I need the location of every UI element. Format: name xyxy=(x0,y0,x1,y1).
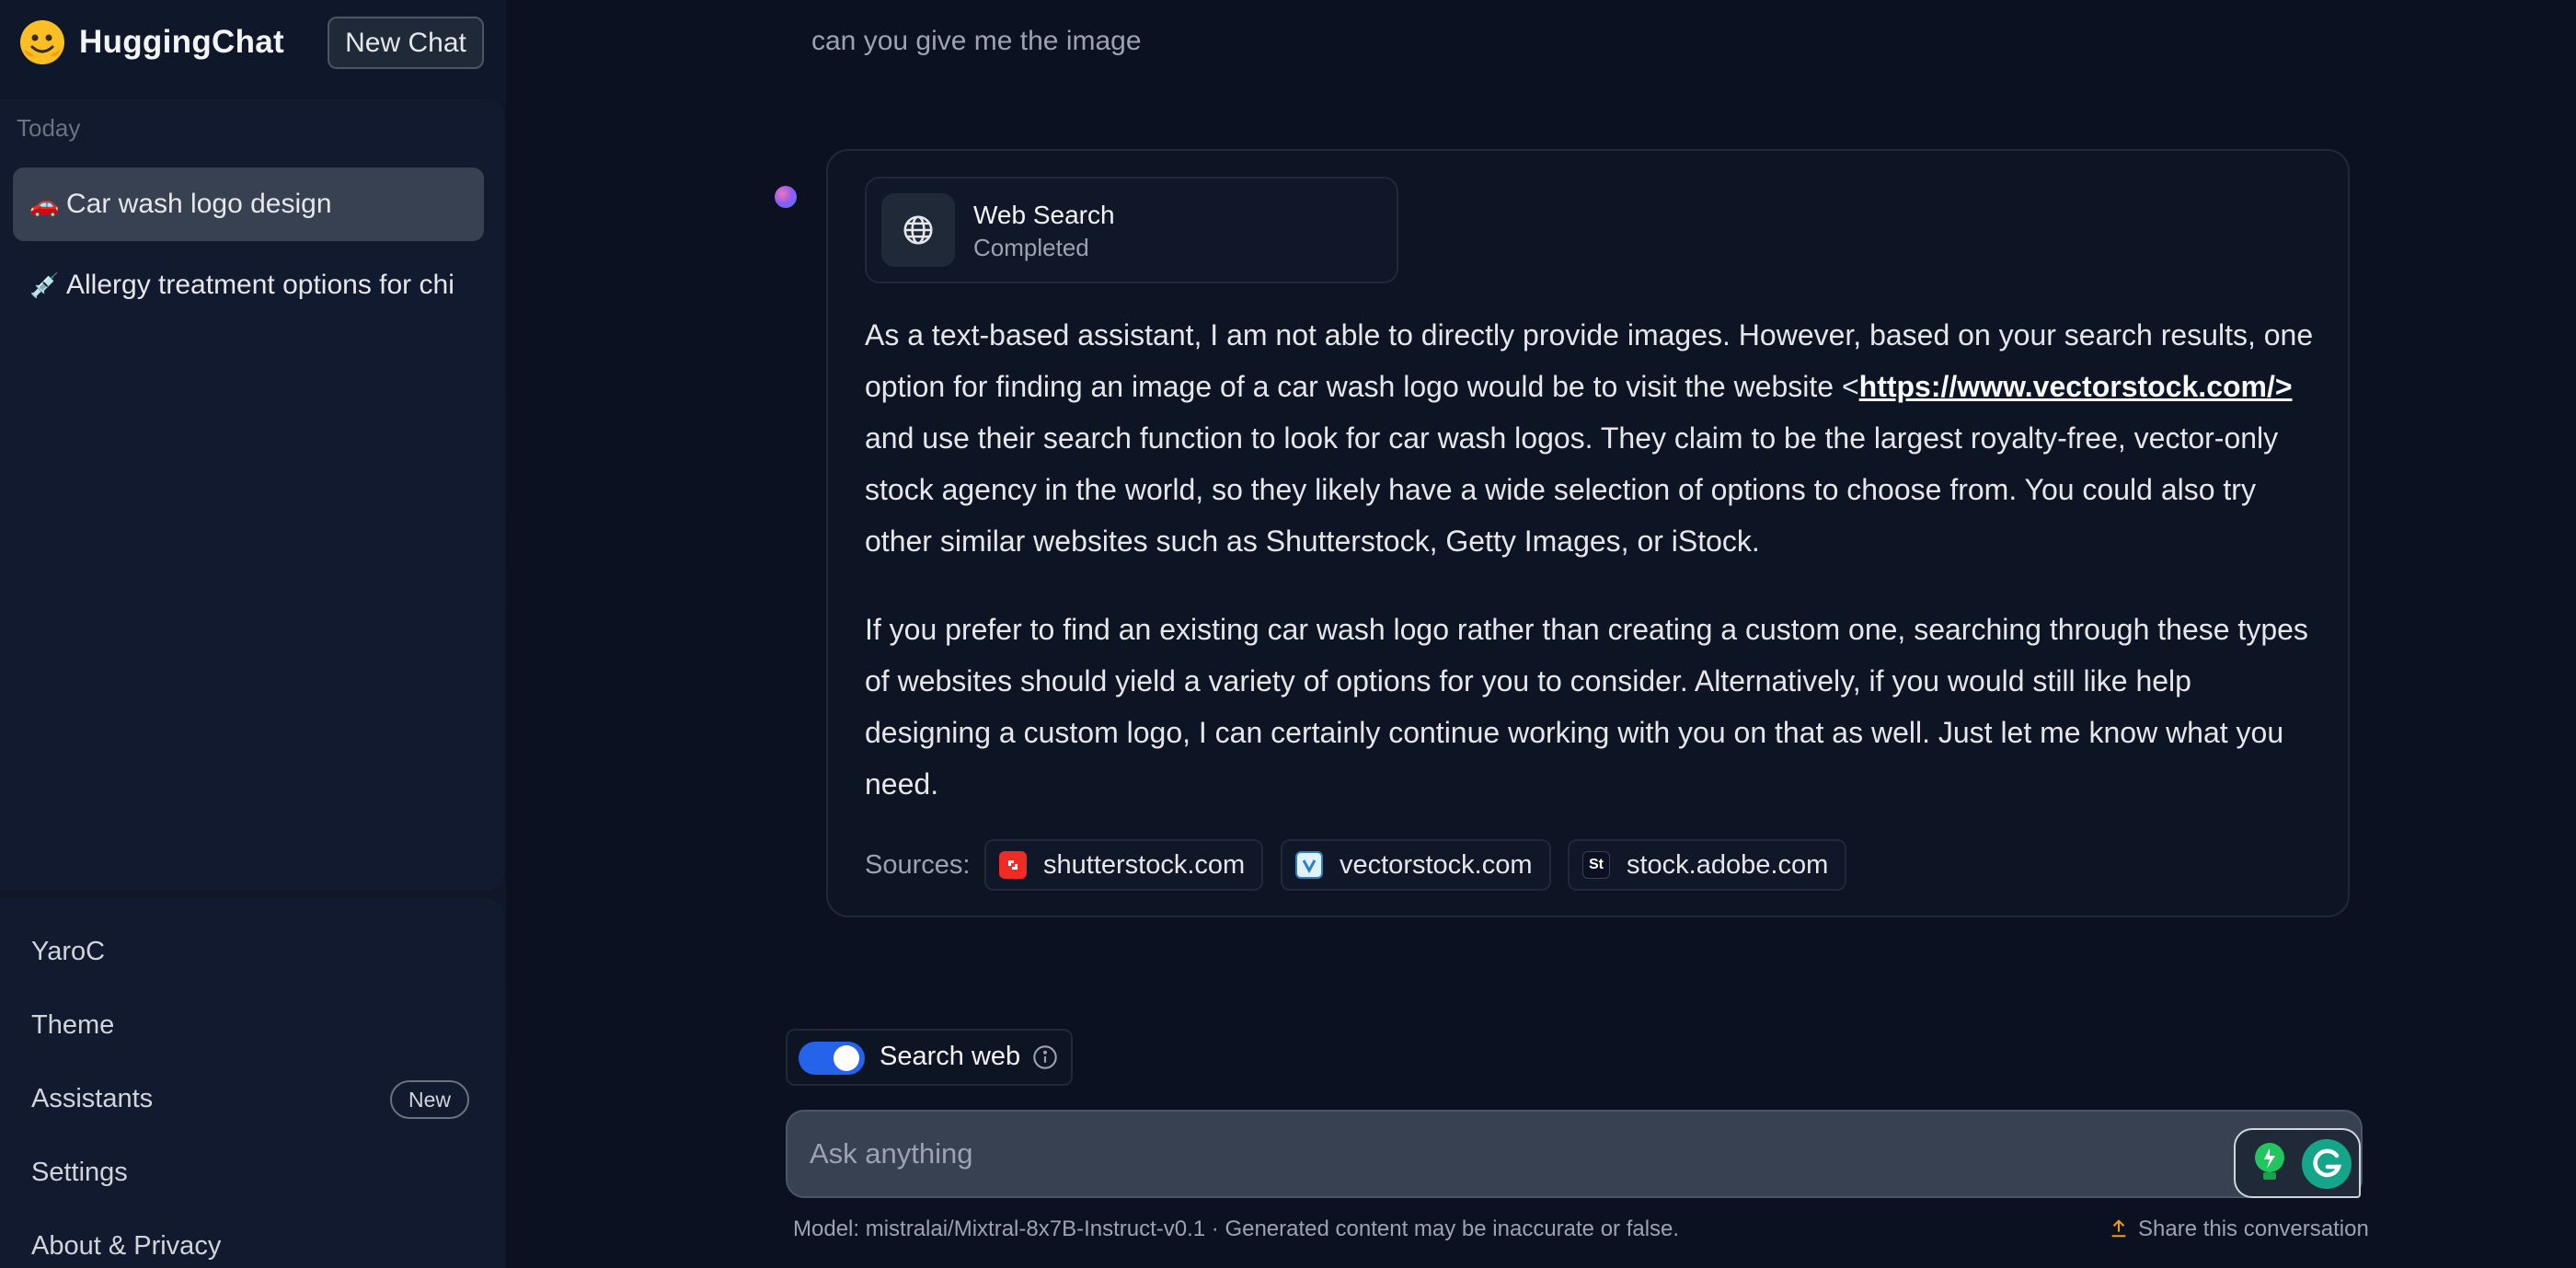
source-domain: vectorstock.com xyxy=(1340,849,1533,880)
user-message: can you give me the image xyxy=(811,26,1142,56)
adobe-stock-icon: St xyxy=(1582,851,1610,879)
conversation-item-car-wash[interactable]: 🚗 Car wash logo design xyxy=(13,167,484,241)
vectorstock-icon xyxy=(1295,851,1323,879)
new-chat-button[interactable]: New Chat xyxy=(328,17,484,69)
shutterstock-icon xyxy=(999,851,1027,879)
grammarly-extension-widget[interactable] xyxy=(2234,1128,2361,1198)
web-search-title: Web Search xyxy=(973,201,1115,229)
web-search-status: Completed xyxy=(973,234,1089,261)
settings-link[interactable]: Settings xyxy=(31,1158,128,1188)
answer-paragraph-1: As a text-based assistant, I am not able… xyxy=(865,309,2318,567)
search-web-label: Search web xyxy=(880,1042,1021,1071)
answer-text: and use their search function to look fo… xyxy=(865,421,2279,558)
conversation-title: Allergy treatment options for chi xyxy=(66,270,454,300)
conversation-title: Car wash logo design xyxy=(66,189,332,219)
model-info: Model: mistralai/Mixtral-8x7B-Instruct-v… xyxy=(793,1216,1680,1241)
grammarly-icon xyxy=(2302,1139,2352,1189)
app-name: HuggingChat xyxy=(79,24,284,60)
conversation-item-allergy[interactable]: 💉 Allergy treatment options for chi xyxy=(13,248,484,322)
section-label-today: Today xyxy=(17,114,81,142)
source-chip-shutterstock[interactable]: shutterstock.com xyxy=(984,839,1264,891)
share-label: Share this conversation xyxy=(2138,1216,2369,1241)
syringe-emoji-icon: 💉 xyxy=(29,271,60,299)
user-profile-link[interactable]: YaroC xyxy=(31,937,105,967)
assistants-link[interactable]: Assistants xyxy=(31,1084,153,1114)
source-domain: stock.adobe.com xyxy=(1627,849,1829,880)
about-privacy-link[interactable]: About & Privacy xyxy=(31,1231,221,1262)
ask-input[interactable] xyxy=(786,1110,2363,1198)
vectorstock-link[interactable]: https://www.vectorstock.com/> xyxy=(1859,370,2293,403)
new-badge: New xyxy=(390,1080,469,1119)
info-icon[interactable] xyxy=(1032,1044,1058,1070)
globe-icon xyxy=(881,193,955,267)
source-chip-adobe-stock[interactable]: St stock.adobe.com xyxy=(1568,839,1847,891)
lightbulb-icon xyxy=(2255,1143,2284,1180)
share-icon xyxy=(2111,1219,2126,1238)
assistant-avatar-icon xyxy=(775,186,797,208)
toggle-knob xyxy=(834,1045,859,1071)
car-emoji-icon: 🚗 xyxy=(29,190,60,218)
theme-toggle-link[interactable]: Theme xyxy=(31,1010,114,1041)
source-chip-vectorstock[interactable]: vectorstock.com xyxy=(1281,839,1551,891)
hugging-face-logo-icon xyxy=(20,20,64,64)
share-conversation-link[interactable]: Share this conversation xyxy=(2109,1216,2369,1242)
sources-label: Sources: xyxy=(865,850,971,880)
brand-link[interactable]: HuggingChat xyxy=(18,17,284,68)
answer-paragraph-2: If you prefer to find an existing car wa… xyxy=(865,613,2308,801)
source-domain: shutterstock.com xyxy=(1043,849,1246,880)
